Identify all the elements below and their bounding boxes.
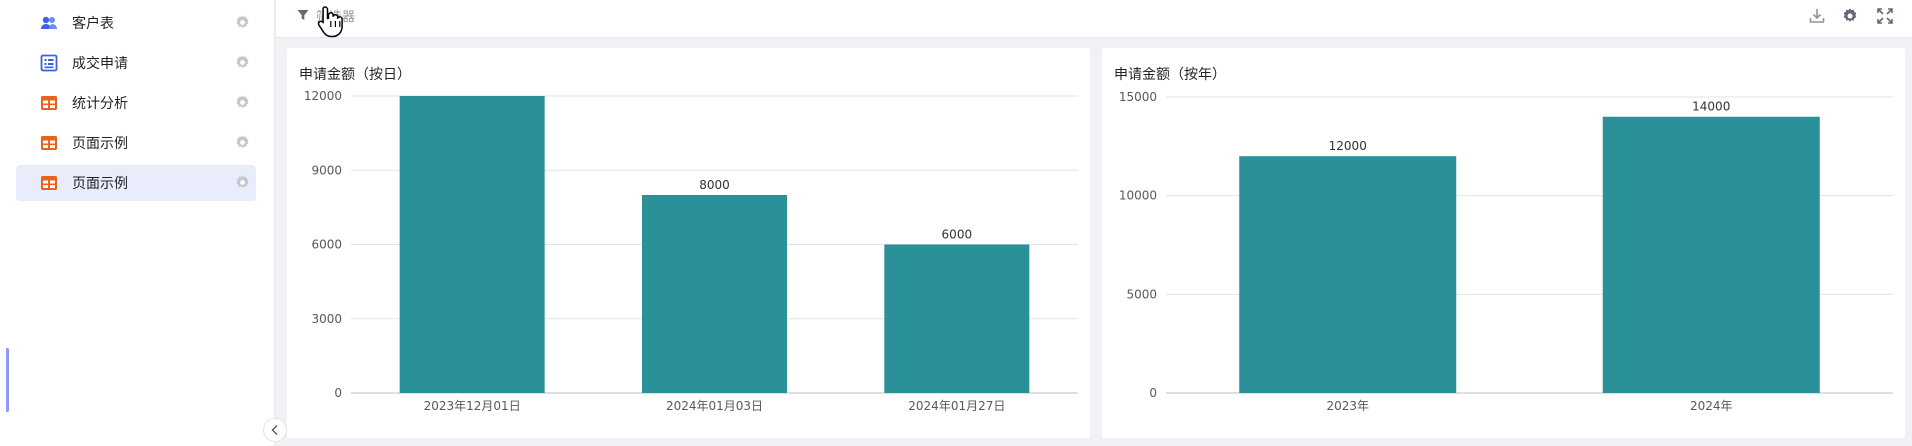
hand-cursor-icon (317, 6, 343, 38)
download-icon[interactable] (1808, 7, 1826, 25)
sidebar-item-label: 统计分析 (72, 96, 128, 112)
table-icon (41, 96, 57, 110)
sidebar-item-page-example-active[interactable]: 页面示例 (16, 165, 256, 201)
toolbar: 筛选器 (276, 0, 1912, 38)
sidebar-item-label: 客户表 (72, 16, 114, 32)
chart-card-yearly: 申请金额（按年） 0 5000 10000 15000 2023年 12000 2024年 1… (1102, 48, 1905, 438)
gear-icon[interactable] (234, 94, 251, 111)
gear-icon[interactable] (234, 134, 251, 151)
sidebar-item-page-example[interactable]: 页面示例 (16, 125, 256, 161)
x-tick-label: 2024年 (1690, 399, 1733, 413)
bar[interactable] (399, 96, 545, 393)
bar-chart-yearly: 0 5000 10000 15000 2023年 12000 2024年 14000 (1119, 90, 1893, 413)
y-tick-label: 3000 (311, 312, 342, 326)
users-icon (41, 16, 57, 29)
bar[interactable] (1602, 116, 1820, 393)
bar[interactable] (642, 195, 787, 393)
sidebar-item-deal-application[interactable]: 成交申请 (16, 45, 256, 81)
y-tick-label: 9000 (311, 163, 342, 177)
gear-icon[interactable] (234, 174, 251, 191)
sidebar-item-statistics[interactable]: 统计分析 (16, 85, 256, 121)
sidebar: 客户表 成交申请 统计分析 页面示例 页面示例 (0, 0, 275, 446)
scrollbar-thumb[interactable] (6, 348, 9, 412)
bar[interactable] (884, 244, 1030, 394)
y-tick-label: 0 (1149, 386, 1157, 400)
table-icon (41, 136, 57, 150)
chart-card-daily: 申请金额（按日） 0 3000 6000 9000 12000 2023年12月01日 20… (287, 48, 1090, 438)
x-tick-label: 2023年12月01日 (424, 399, 521, 413)
data-label: 12000 (1329, 139, 1367, 153)
y-tick-label: 12000 (304, 89, 342, 103)
sidebar-item-label: 页面示例 (72, 176, 128, 192)
y-tick-label: 10000 (1119, 189, 1157, 203)
y-tick-label: 5000 (1126, 287, 1157, 301)
y-tick-label: 15000 (1119, 90, 1157, 104)
form-icon (40, 54, 58, 72)
data-label: 14000 (1692, 100, 1730, 114)
fullscreen-icon[interactable] (1876, 7, 1894, 25)
x-tick-label: 2023年 (1326, 399, 1369, 413)
data-label: 8000 (699, 178, 730, 192)
data-label: 6000 (942, 228, 973, 242)
y-tick-label: 0 (334, 386, 342, 400)
x-tick-label: 2024年01月27日 (908, 399, 1005, 413)
table-icon (41, 176, 57, 190)
x-tick-label: 2024年01月03日 (666, 399, 763, 413)
sidebar-item-customers[interactable]: 客户表 (16, 5, 256, 41)
gear-icon[interactable] (234, 54, 251, 71)
collapse-sidebar-button[interactable] (263, 418, 287, 442)
sidebar-item-label: 成交申请 (72, 56, 128, 72)
chevron-left-icon (271, 425, 278, 435)
y-tick-label: 6000 (311, 238, 342, 252)
gear-icon[interactable] (234, 14, 251, 31)
settings-icon[interactable] (1841, 7, 1859, 25)
bar-chart-daily: 0 3000 6000 9000 12000 2023年12月01日 2024年01月03日… (304, 89, 1078, 413)
sidebar-item-label: 页面示例 (72, 136, 128, 152)
filter-icon[interactable] (297, 9, 309, 21)
bar[interactable] (1239, 156, 1457, 393)
